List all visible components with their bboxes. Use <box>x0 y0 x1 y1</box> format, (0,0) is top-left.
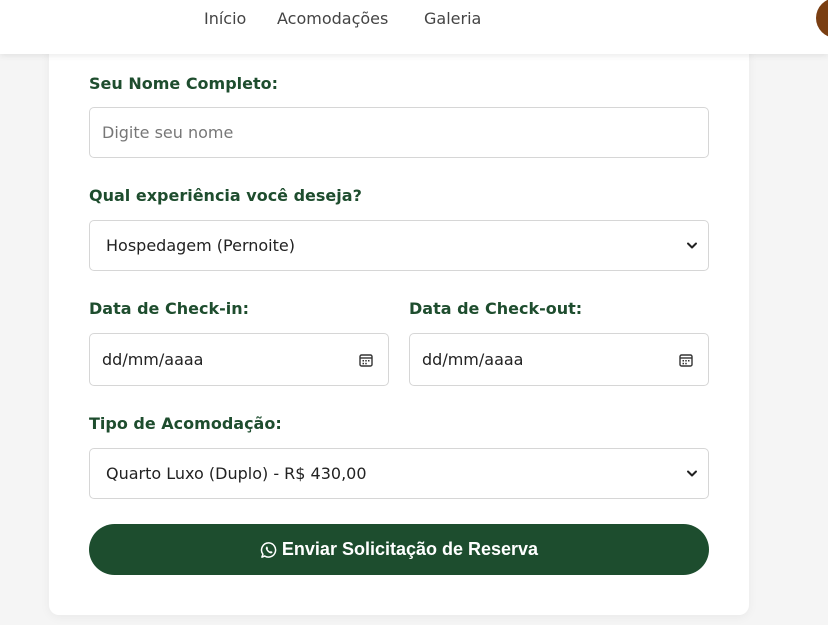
room-type-label: Tipo de Acomodação: <box>89 414 282 433</box>
chevron-down-icon <box>687 242 697 249</box>
checkin-date-value: dd/mm/aaaa <box>102 350 204 369</box>
submit-button-label: Enviar Solicitação de Reserva <box>281 539 539 559</box>
checkout-date-input[interactable]: dd/mm/aaaa <box>409 333 709 386</box>
nav-link-acomodacoes[interactable]: Acomodações <box>277 9 388 29</box>
nav-link-inicio[interactable]: Início <box>204 9 246 29</box>
name-input-placeholder: Digite seu nome <box>102 123 234 142</box>
whatsapp-icon <box>260 541 277 558</box>
checkin-label: Data de Check-in: <box>89 299 249 318</box>
checkout-date-value: dd/mm/aaaa <box>422 350 524 369</box>
nav-link-galeria[interactable]: Galeria <box>424 9 481 29</box>
name-label: Seu Nome Completo: <box>89 74 279 93</box>
experience-select-value: Hospedagem (Pernoite) <box>106 236 295 255</box>
calendar-icon[interactable] <box>358 352 374 368</box>
checkout-label: Data de Check-out: <box>409 299 583 318</box>
experience-label: Qual experiência você deseja? <box>89 186 362 205</box>
top-navbar: Início Acomodações Galeria <box>0 0 828 54</box>
name-input[interactable]: Digite seu nome <box>89 107 709 158</box>
room-type-select-value: Quarto Luxo (Duplo) - R$ 430,00 <box>106 464 367 483</box>
chevron-down-icon <box>687 470 697 477</box>
calendar-icon[interactable] <box>678 352 694 368</box>
avatar[interactable] <box>816 0 828 38</box>
checkin-date-input[interactable]: dd/mm/aaaa <box>89 333 389 386</box>
submit-reservation-button[interactable]: Enviar Solicitação de Reserva <box>89 524 709 575</box>
experience-select[interactable]: Hospedagem (Pernoite) <box>89 220 709 271</box>
room-type-select[interactable]: Quarto Luxo (Duplo) - R$ 430,00 <box>89 448 709 499</box>
